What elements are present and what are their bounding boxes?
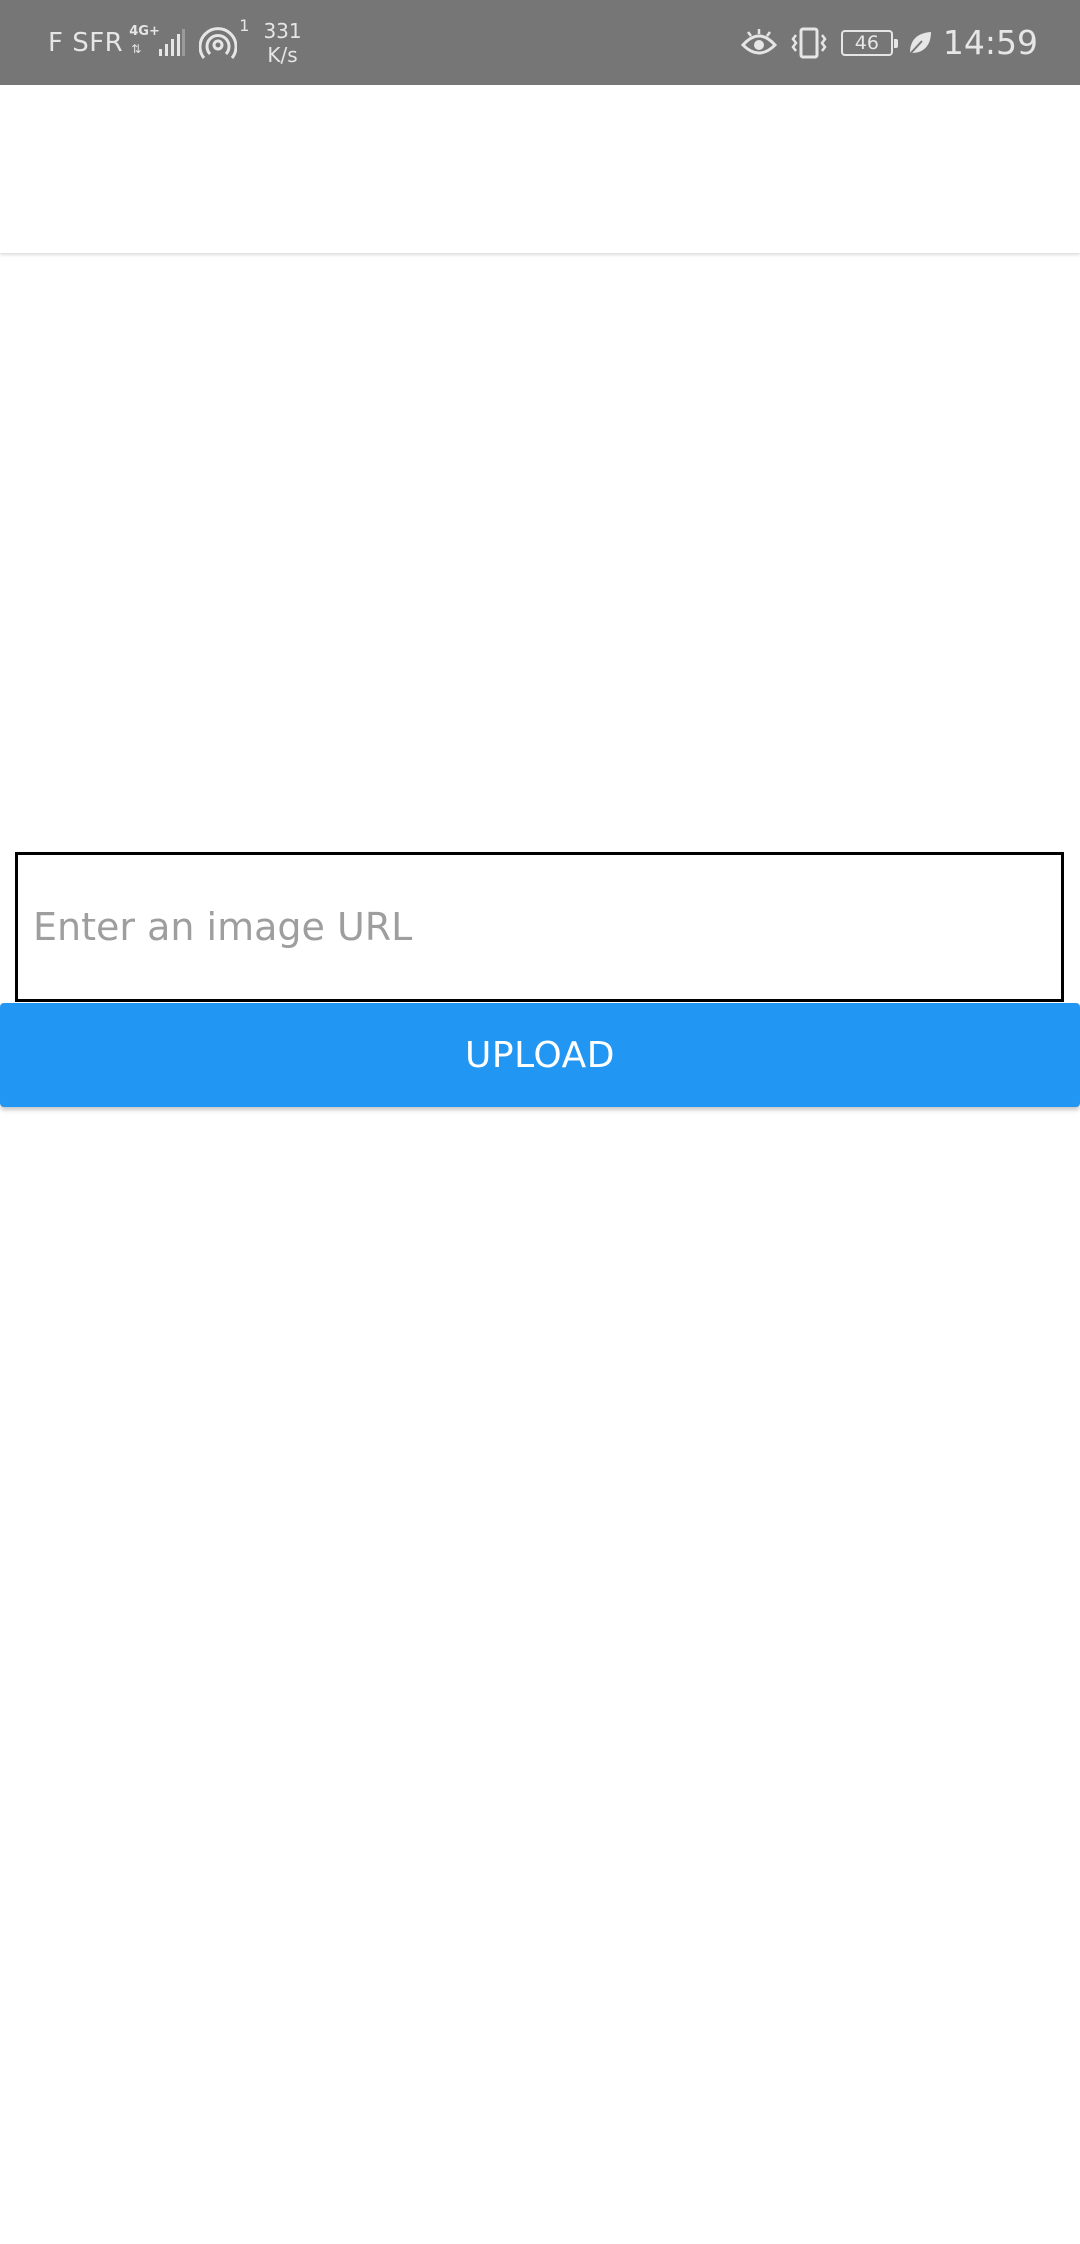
signal-icon	[159, 28, 186, 56]
battery-level: 46	[854, 31, 879, 54]
data-activity-icon: ⇅	[131, 41, 142, 56]
status-bar-right: 46 14:59	[727, 0, 1038, 85]
battery-icon: 46	[840, 29, 898, 56]
network-type-label: 4G+	[129, 23, 160, 39]
app-bar	[0, 85, 1080, 253]
image-url-input[interactable]	[15, 852, 1064, 1002]
network-speed-value: 331	[263, 18, 302, 43]
eye-comfort-icon	[740, 28, 777, 54]
status-bar: F SFR 4G+ ⇅ 1 331 K/s 46 14:59	[0, 0, 1080, 85]
clock: 14:59	[942, 23, 1038, 62]
hotspot-icon	[199, 26, 238, 59]
network-type-indicator: 4G+ ⇅	[129, 23, 160, 63]
network-speed-unit: K/s	[267, 42, 298, 67]
hotspot-device-count: 1	[239, 16, 250, 35]
carrier-name: F SFR	[48, 27, 124, 58]
upload-button[interactable]: UPLOAD	[0, 1003, 1080, 1107]
leaf-icon	[909, 31, 931, 55]
status-bar-left: F SFR 4G+ ⇅ 1 331 K/s	[48, 0, 302, 85]
vibrate-icon	[791, 27, 827, 58]
network-speed: 331 K/s	[263, 19, 301, 67]
